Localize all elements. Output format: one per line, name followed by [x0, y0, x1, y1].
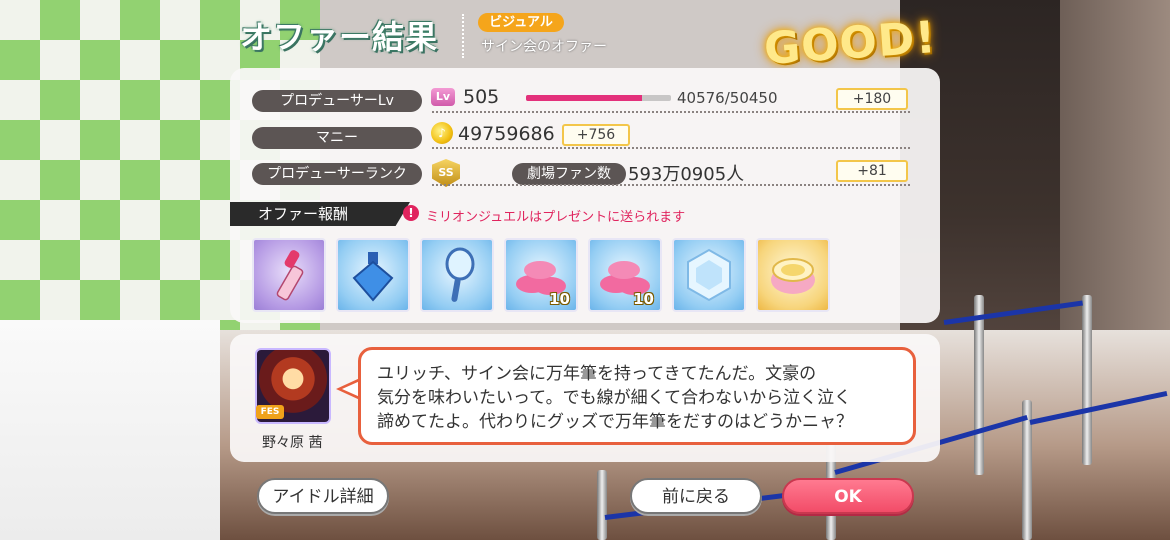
rope-stand — [974, 295, 984, 475]
reward-item-lipstick[interactable] — [252, 238, 326, 312]
lv-gain: +180 — [836, 88, 908, 110]
alert-icon: ! — [403, 205, 419, 221]
item-count: 10 — [633, 290, 654, 308]
producer-lv-label: プロデューサーLv — [252, 90, 422, 112]
title-divider — [462, 14, 466, 58]
theater-fans-value: 593万0905人 — [628, 164, 745, 185]
fes-badge: FES — [256, 405, 284, 419]
reward-item-macaron[interactable]: 10 — [588, 238, 662, 312]
dialogue-line: ユリッチ、サイン会に万年筆を持ってきてたんだ。文豪の — [377, 364, 817, 384]
row-divider — [432, 184, 910, 186]
white-counter — [0, 320, 220, 540]
producer-rank-label: プロデューサーランク — [252, 163, 422, 185]
theater-fans-label: 劇場ファン数 — [512, 163, 626, 185]
exp-progress-bar — [526, 95, 671, 101]
hand-mirror-icon — [445, 247, 475, 302]
lipstick-icon — [276, 250, 304, 301]
level-icon: Lv — [431, 88, 455, 106]
cosmetic-compact-icon — [771, 258, 815, 294]
idol-detail-button[interactable]: アイドル詳細 — [257, 478, 389, 514]
producer-lv-value: 505 — [463, 86, 500, 108]
dialogue-line: 諦めてたよ。代わりにグッズで万年筆をだすのはどうかニャ？ — [377, 412, 853, 432]
row-divider — [432, 147, 910, 149]
row-divider — [432, 111, 910, 113]
offer-reward-header: オファー報酬 — [230, 202, 410, 226]
reward-item-mirror[interactable] — [420, 238, 494, 312]
speech-bubble: ユリッチ、サイン会に万年筆を持ってきてたんだ。文豪の 気分を味わいたいって。でも… — [358, 347, 916, 445]
money-coin-icon: ♪ — [431, 122, 453, 144]
perfume-bottle-icon — [352, 252, 394, 302]
item-count: 10 — [549, 290, 570, 308]
ok-button[interactable]: OK — [782, 478, 914, 514]
category-badge: ビジュアル — [478, 13, 564, 32]
reward-item-perfume[interactable] — [336, 238, 410, 312]
money-value: 49759686 — [458, 123, 555, 145]
back-button[interactable]: 前に戻る — [630, 478, 762, 514]
character-name: 野々原 茜 — [262, 435, 323, 451]
money-label: マニー — [252, 127, 422, 149]
crystal-gem-icon — [687, 248, 731, 302]
reward-item-crystal[interactable] — [672, 238, 746, 312]
reward-item-compact[interactable] — [756, 238, 830, 312]
back-wall — [1060, 0, 1170, 380]
rope-stand — [1082, 295, 1092, 465]
exp-value: 40576/50450 — [677, 89, 778, 107]
reward-item-macaron[interactable]: 10 — [504, 238, 578, 312]
reward-notice: ミリオンジュエルはプレゼントに送られます — [426, 210, 686, 225]
page-title: オファー結果 — [240, 18, 439, 56]
fans-gain: +81 — [836, 160, 908, 182]
offer-name: サイン会のオファー — [481, 39, 607, 55]
rope-stand — [597, 470, 607, 540]
exp-progress-fill — [526, 95, 642, 101]
money-gain: +756 — [562, 124, 630, 146]
dialogue-line: 気分を味わいたいって。でも線が細くて合わないから泣く泣く — [377, 388, 852, 408]
